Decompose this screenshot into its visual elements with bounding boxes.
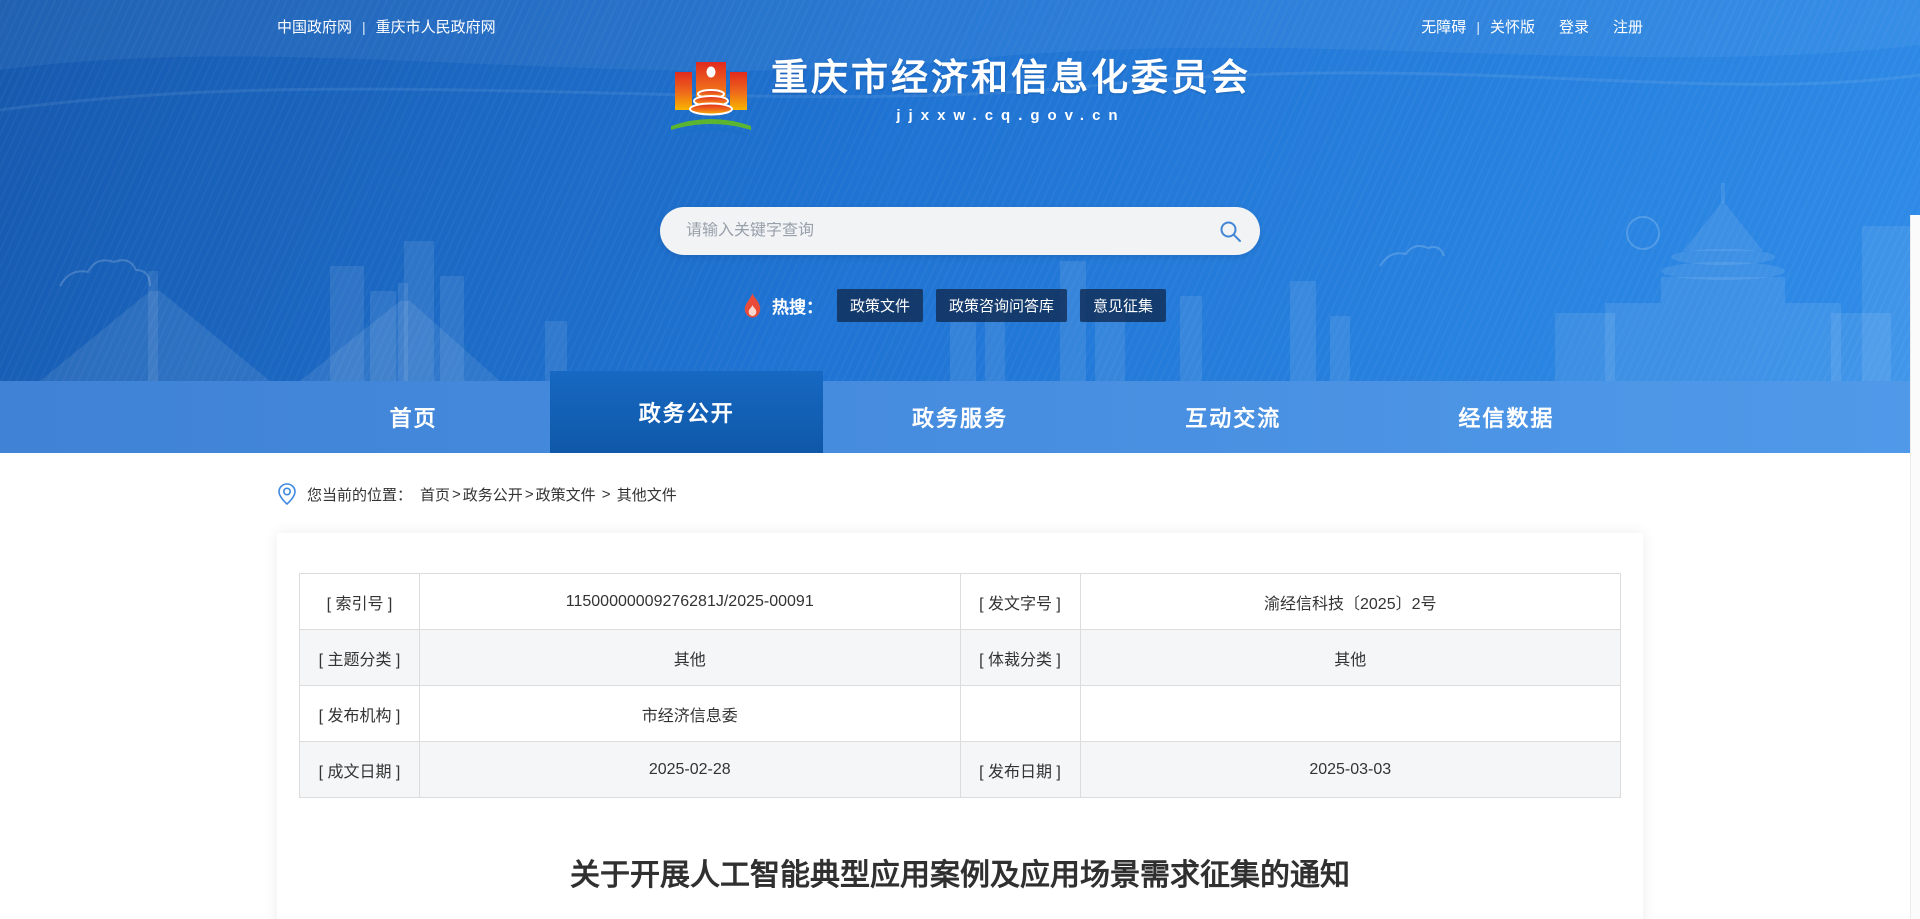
doc-meta-table: [ 索引号 ]11500000009276281J/2025-00091[ 发文… [299,573,1621,798]
breadcrumb-current: 其他文件 [617,484,677,505]
separator: | [362,19,366,35]
topbar-right-links: 无障碍 | 关怀版 登录 注册 [1421,16,1643,37]
meta-label: [ 发布日期 ] [960,742,1080,798]
meta-value: 其他 [1080,630,1621,686]
doc-meta-row: [ 成文日期 ]2025-02-28[ 发布日期 ]2025-03-03 [300,742,1621,798]
article-title: 关于开展人工智能典型应用案例及应用场景需求征集的通知 [299,850,1621,894]
nav-item-3[interactable]: 政务服务 [823,381,1096,453]
banner-cityscape-art [0,171,1920,381]
site-banner: 中国政府网 | 重庆市人民政府网 无障碍 | 关怀版 登录 注册 [0,0,1920,381]
site-url: jjxxw.cq.gov.cn [771,107,1251,124]
breadcrumb: 您当前的位置： 首页>政务公开>政策文件 > 其他文件 [277,483,1643,505]
topbar-link[interactable]: 关怀版 [1490,19,1535,36]
flame-icon [741,293,764,319]
main-nav-bar: 首页政务公开政务服务互动交流经信数据 [0,381,1920,453]
hot-tag-2[interactable]: 政策咨询问答库 [936,289,1067,322]
doc-meta-row: [ 发布机构 ]市经济信息委 [300,686,1621,742]
separator: > [598,486,615,503]
meta-label: [ 发文字号 ] [960,574,1080,630]
meta-label [960,686,1080,742]
breadcrumb-path: 首页>政务公开>政策文件 > 其他文件 [420,484,677,505]
meta-value: 2025-02-28 [420,742,961,798]
nav-item-2[interactable]: 政务公开 [550,371,823,453]
site-header: 重庆市经济和信息化委员会 jjxxw.cq.gov.cn [0,56,1920,136]
breadcrumb-link[interactable]: 首页 [420,484,450,505]
breadcrumb-prefix: 您当前的位置： [307,484,412,505]
doc-meta-row: [ 主题分类 ]其他[ 体裁分类 ]其他 [300,630,1621,686]
topbar-link[interactable]: 无障碍 [1421,19,1466,36]
search-bar [660,207,1260,255]
site-logo-icon[interactable] [669,56,753,136]
separator: | [1476,19,1480,35]
meta-value: 2025-03-03 [1080,742,1621,798]
location-pin-icon [277,483,297,505]
search-icon[interactable] [1218,219,1242,243]
separator: > [452,486,461,503]
hot-search-row: 热搜： 政策文件政策咨询问答库意见征集 [741,289,1179,322]
hot-search-label: 热搜： [772,293,823,318]
meta-label: [ 主题分类 ] [300,630,420,686]
search-input[interactable] [686,222,1218,240]
topbar: 中国政府网 | 重庆市人民政府网 无障碍 | 关怀版 登录 注册 [0,0,1920,37]
meta-label: [ 索引号 ] [300,574,420,630]
nav-item-5[interactable]: 经信数据 [1370,381,1643,453]
meta-value: 市经济信息委 [420,686,961,742]
doc-meta-row: [ 索引号 ]11500000009276281J/2025-00091[ 发文… [300,574,1621,630]
meta-value: 11500000009276281J/2025-00091 [420,574,961,630]
scrollbar[interactable] [1910,215,1920,919]
main-nav: 首页政务公开政务服务互动交流经信数据 [277,381,1643,453]
meta-label: [ 成文日期 ] [300,742,420,798]
article-card: [ 索引号 ]11500000009276281J/2025-00091[ 发文… [277,533,1643,919]
topbar-link[interactable]: 重庆市人民政府网 [376,19,496,36]
nav-item-4[interactable]: 互动交流 [1097,381,1370,453]
meta-label: [ 体裁分类 ] [960,630,1080,686]
hot-tag-1[interactable]: 政策文件 [837,289,923,322]
meta-value: 其他 [420,630,961,686]
separator: > [525,486,534,503]
topbar-left-links: 中国政府网 | 重庆市人民政府网 [277,16,496,37]
hot-tag-3[interactable]: 意见征集 [1080,289,1166,322]
topbar-link[interactable]: 登录 [1559,19,1589,36]
meta-value: 渝经信科技〔2025〕2号 [1080,574,1621,630]
breadcrumb-section: 您当前的位置： 首页>政务公开>政策文件 > 其他文件 [0,453,1920,533]
site-title: 重庆市经济和信息化委员会 [771,56,1251,100]
breadcrumb-link[interactable]: 政策文件 [536,484,596,505]
meta-label: [ 发布机构 ] [300,686,420,742]
hot-tags: 政策文件政策咨询问答库意见征集 [837,289,1179,322]
topbar-link[interactable]: 注册 [1613,19,1643,36]
topbar-link[interactable]: 中国政府网 [277,19,352,36]
meta-value [1080,686,1621,742]
site-title-block: 重庆市经济和信息化委员会 jjxxw.cq.gov.cn [771,56,1251,124]
nav-item-1[interactable]: 首页 [277,381,550,453]
breadcrumb-link[interactable]: 政务公开 [463,484,523,505]
